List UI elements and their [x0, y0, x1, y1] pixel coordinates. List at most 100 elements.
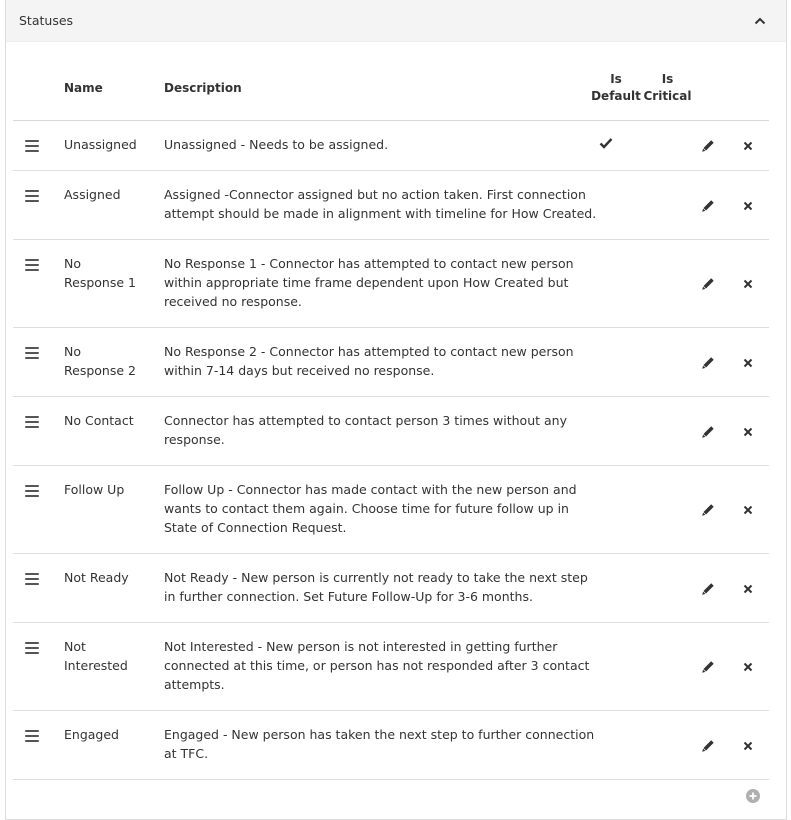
status-description-line: attempt should be made in alignment with…	[164, 206, 597, 221]
status-name-line: No	[64, 256, 81, 271]
drag-handle-icon[interactable]	[25, 730, 39, 742]
status-description: Assigned -Connector assigned but no acti…	[164, 185, 597, 223]
status-description-line: attempts.	[164, 677, 225, 692]
status-name-line: Unassigned	[64, 137, 137, 152]
status-description-line: No Response 2 - Connector has attempted …	[164, 344, 574, 359]
table-row[interactable]: Not Interested Not Interested - New person…	[13, 623, 769, 711]
status-description-line: Unassigned - Needs to be assigned.	[164, 137, 389, 152]
pencil-icon[interactable]	[701, 660, 717, 676]
status-name-line: Response 1	[64, 275, 136, 290]
status-name: No Response 2	[64, 342, 154, 380]
status-description: No Response 1 - Connector has attempted …	[164, 254, 584, 311]
drag-handle-icon[interactable]	[25, 485, 39, 497]
close-icon[interactable]	[742, 278, 756, 292]
column-header-description: Description	[164, 81, 242, 95]
status-description-line: at TFC.	[164, 746, 209, 761]
status-name-line: No	[64, 344, 81, 359]
status-description-line: wants to contact them again. Choose time…	[164, 501, 569, 516]
pencil-icon[interactable]	[701, 139, 717, 155]
status-description-line: Not Interested - New person is not inter…	[164, 639, 558, 654]
status-name-line: Engaged	[64, 727, 119, 742]
close-icon[interactable]	[742, 504, 756, 518]
status-description-line: Assigned -Connector assigned but no acti…	[164, 187, 586, 202]
pencil-icon[interactable]	[701, 199, 717, 215]
table-row[interactable]: Not Ready Not Ready - New person is curre…	[13, 554, 769, 623]
status-description-line: No Response 1 - Connector has attempted …	[164, 256, 574, 271]
pencil-icon[interactable]	[701, 356, 717, 372]
status-description: Unassigned - Needs to be assigned.	[164, 135, 584, 154]
pencil-icon[interactable]	[701, 582, 717, 598]
pencil-icon[interactable]	[701, 503, 717, 519]
column-header-is-default-line2: Default	[591, 89, 641, 103]
drag-handle-icon[interactable]	[25, 259, 39, 271]
grid-header: Name Description Is Default Is Critical	[13, 42, 769, 121]
column-header-is-default-line1: Is	[610, 72, 622, 86]
status-name-line: Assigned	[64, 187, 121, 202]
column-header-is-critical: Is Critical	[639, 71, 696, 105]
grid-body: Unassigned Unassigned - Needs to be assig…	[13, 121, 769, 780]
column-header-is-critical-line1: Is	[661, 72, 674, 86]
close-icon[interactable]	[742, 583, 756, 597]
close-icon[interactable]	[742, 740, 756, 754]
status-name-line: Interested	[64, 658, 128, 673]
table-row[interactable]: Unassigned Unassigned - Needs to be assig…	[13, 121, 769, 171]
status-description: Not Ready - New person is currently not …	[164, 568, 588, 606]
status-description-line: within appropriate time frame dependent …	[164, 275, 569, 290]
status-name: Assigned	[64, 185, 154, 204]
status-name: Unassigned	[64, 135, 154, 154]
status-description: Not Interested - New person is not inter…	[164, 637, 590, 694]
status-description-line: response.	[164, 432, 225, 447]
close-icon[interactable]	[742, 140, 756, 154]
status-name-line: Follow Up	[64, 482, 125, 497]
panel-header[interactable]: Statuses	[6, 0, 786, 42]
status-description: Connector has attempted to contact perso…	[164, 411, 584, 449]
table-row[interactable]: No Contact Connector has attempted to con…	[13, 397, 769, 466]
status-description: Engaged - New person has taken the next …	[164, 725, 595, 763]
checkmark-icon	[599, 137, 615, 153]
status-description-line: Connector has attempted to contact perso…	[164, 413, 567, 428]
drag-handle-icon[interactable]	[25, 642, 39, 654]
status-name-line: Not	[64, 639, 86, 654]
status-description-line: Follow Up - Connector has made contact w…	[164, 482, 577, 497]
status-name-line: Not Ready	[64, 570, 129, 585]
status-description-line: State of Connection Request.	[164, 520, 347, 535]
table-row[interactable]: Follow Up Follow Up - Connector has made …	[13, 466, 769, 554]
chevron-up-icon[interactable]	[750, 11, 770, 31]
column-header-is-critical-line2: Critical	[643, 89, 692, 103]
status-description-line: connected at this time, or person has no…	[164, 658, 590, 673]
status-description-line: received no response.	[164, 294, 302, 309]
status-description-line: within 7-14 days but received no respons…	[164, 363, 435, 378]
status-name: Not Ready	[64, 568, 154, 587]
pencil-icon[interactable]	[701, 425, 717, 441]
close-icon[interactable]	[742, 200, 756, 214]
drag-handle-icon[interactable]	[25, 190, 39, 202]
pencil-icon[interactable]	[701, 277, 717, 293]
table-row[interactable]: Engaged Engaged - New person has taken th…	[13, 711, 769, 780]
status-name-line: No Contact	[64, 413, 134, 428]
drag-handle-icon[interactable]	[25, 347, 39, 359]
status-description: Follow Up - Connector has made contact w…	[164, 480, 584, 537]
drag-handle-icon[interactable]	[25, 573, 39, 585]
status-description-line: Engaged - New person has taken the next …	[164, 727, 595, 742]
status-description: No Response 2 - Connector has attempted …	[164, 342, 584, 380]
column-header-is-default: Is Default	[586, 71, 646, 105]
close-icon[interactable]	[742, 661, 756, 675]
table-row[interactable]: No Response 1 No Response 1 - Connector ha…	[13, 240, 769, 328]
close-icon[interactable]	[742, 357, 756, 371]
add-circle-icon[interactable]	[745, 788, 761, 804]
drag-handle-icon[interactable]	[25, 416, 39, 428]
drag-handle-icon[interactable]	[25, 140, 39, 152]
table-row[interactable]: No Response 2 No Response 2 - Connector ha…	[13, 328, 769, 397]
close-icon[interactable]	[742, 426, 756, 440]
status-name: No Contact	[64, 411, 154, 430]
status-name: No Response 1	[64, 254, 154, 292]
statuses-grid: Name Description Is Default Is Critical …	[13, 42, 769, 780]
status-name: Engaged	[64, 725, 154, 744]
panel-title: Statuses	[19, 13, 74, 28]
status-name: Follow Up	[64, 480, 154, 499]
table-row[interactable]: Assigned Assigned -Connector assigned but…	[13, 171, 769, 240]
status-description-line: Not Ready - New person is currently not …	[164, 570, 588, 585]
status-description-line: in further connection. Set Future Follow…	[164, 589, 533, 604]
pencil-icon[interactable]	[701, 739, 717, 755]
column-header-name: Name	[64, 81, 103, 95]
